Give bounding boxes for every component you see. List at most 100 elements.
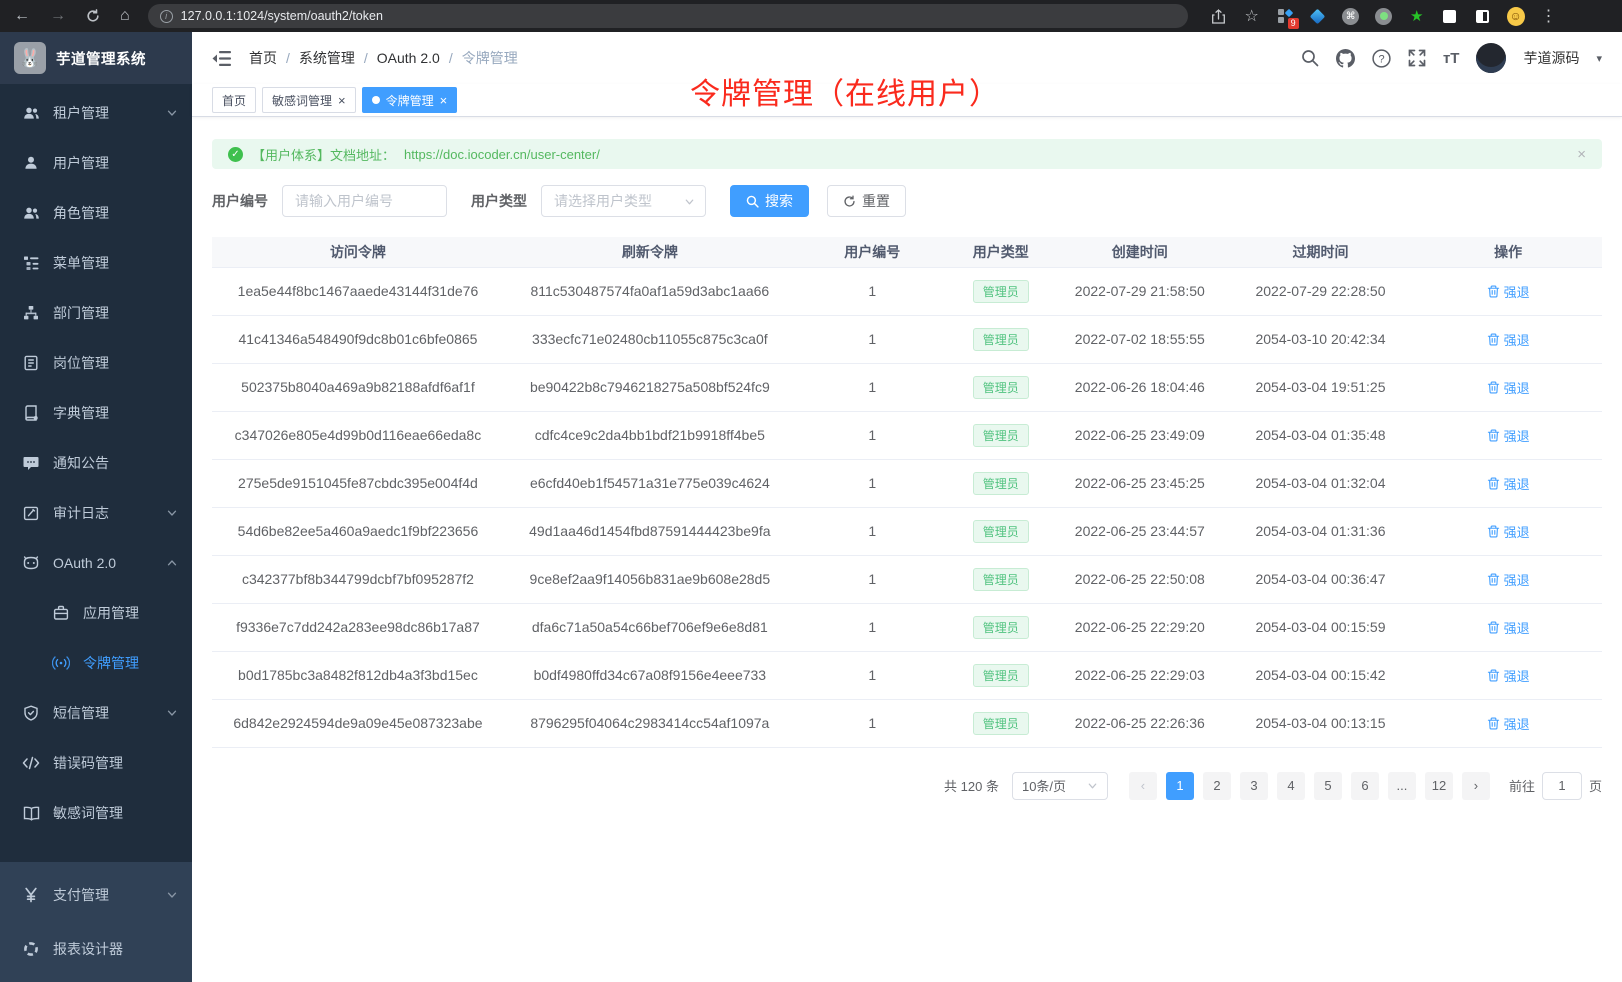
force-logout-button[interactable]: 强退 (1487, 378, 1530, 397)
prev-page-button[interactable]: ‹ (1129, 772, 1157, 800)
sidebar-item-user[interactable]: 用户管理 (0, 138, 192, 188)
sidebar-item-sensitive[interactable]: 敏感词管理 (0, 788, 192, 838)
force-logout-button[interactable]: 强退 (1487, 282, 1530, 301)
user-type-badge: 管理员 (973, 328, 1029, 351)
user-avatar[interactable] (1476, 43, 1506, 73)
active-tab-dot (372, 96, 380, 104)
home-button[interactable]: ⌂ (120, 8, 130, 24)
sidebar-item-role[interactable]: 角色管理 (0, 188, 192, 238)
page-button-3[interactable]: 3 (1240, 772, 1268, 800)
user-id-cell: 1 (796, 507, 949, 555)
browser-menu-kebab[interactable]: ⋮ (1540, 7, 1558, 25)
force-logout-button[interactable]: 强退 (1487, 474, 1530, 493)
caret-down-icon[interactable]: ▾ (1596, 52, 1602, 65)
search-button[interactable]: 搜索 (730, 185, 809, 217)
sidebar-item-tenant[interactable]: 租户管理 (0, 88, 192, 138)
page-button-5[interactable]: 5 (1314, 772, 1342, 800)
back-button[interactable]: ← (14, 8, 30, 24)
force-logout-button[interactable]: 强退 (1487, 618, 1530, 637)
page-size-select[interactable]: 10条/页 (1012, 772, 1108, 800)
user-id-input[interactable] (282, 185, 447, 217)
sidebar-item-errcode[interactable]: 错误码管理 (0, 738, 192, 788)
extension-grid-icon[interactable]: 9 (1276, 7, 1294, 25)
reload-button[interactable] (86, 9, 100, 23)
next-page-button[interactable]: › (1462, 772, 1490, 800)
sidebar-fold-button[interactable] (212, 50, 231, 67)
alert-doc-link[interactable]: https://doc.iocoder.cn/user-center/ (404, 147, 600, 162)
sidebar-item-notice[interactable]: 通知公告 (0, 438, 192, 488)
expire-time-cell: 2054-03-04 00:15:59 (1227, 603, 1415, 651)
help-icon: ? (1372, 49, 1391, 68)
sidebar-item-sms[interactable]: 短信管理 (0, 688, 192, 738)
table-row: c347026e805e4d99b0d116eae66eda8ccdfc4ce9… (212, 411, 1602, 459)
more-pages-button[interactable]: ... (1388, 772, 1416, 800)
sidebar-item-menu[interactable]: 菜单管理 (0, 238, 192, 288)
page-button-4[interactable]: 4 (1277, 772, 1305, 800)
bookmark-star-button[interactable]: ☆ (1243, 7, 1261, 25)
tab-close-icon[interactable]: × (440, 94, 448, 107)
url-text: 127.0.0.1:1024/system/oauth2/token (181, 9, 383, 23)
recorder-extension-icon[interactable] (1375, 7, 1393, 25)
url-bar[interactable]: i 127.0.0.1:1024/system/oauth2/token (148, 4, 1188, 28)
tab-1[interactable]: 敏感词管理× (262, 87, 356, 113)
sidebar-item-oauth2-token[interactable]: 令牌管理 (0, 638, 192, 688)
reset-button[interactable]: 重置 (827, 185, 906, 217)
sidebar-item-dept[interactable]: 部门管理 (0, 288, 192, 338)
font-size-button[interactable]: тT (1443, 50, 1460, 67)
force-logout-button[interactable]: 强退 (1487, 426, 1530, 445)
created-time-cell: 2022-06-25 22:29:03 (1053, 651, 1227, 699)
force-logout-button[interactable]: 强退 (1487, 714, 1530, 733)
force-logout-button[interactable]: 强退 (1487, 570, 1530, 589)
sidebar-item-pay[interactable]: 支付管理 (0, 868, 192, 922)
header-search-button[interactable] (1301, 49, 1319, 67)
table-row: 41c41346a548490f9dc8b01c6bfe0865333ecfc7… (212, 315, 1602, 363)
goto-page-input[interactable] (1542, 772, 1582, 800)
trash-icon (1487, 525, 1500, 538)
tab-2[interactable]: 令牌管理× (362, 87, 458, 113)
sidebar-item-audit[interactable]: 审计日志 (0, 488, 192, 538)
goto-label: 前往 (1509, 776, 1535, 795)
doc-alert-banner: ✓ 【用户体系】文档地址： https://doc.iocoder.cn/use… (212, 139, 1602, 169)
site-info-icon[interactable]: i (160, 10, 173, 23)
alert-close-icon[interactable]: × (1577, 147, 1586, 162)
table-row: 1ea5e44f8bc1467aaede43144f31de76811c5304… (212, 267, 1602, 315)
user-icon (22, 155, 40, 171)
refresh-icon (843, 195, 856, 208)
page-content: ✓ 【用户体系】文档地址： https://doc.iocoder.cn/use… (192, 117, 1622, 800)
share-button[interactable] (1210, 7, 1228, 25)
expire-time-cell: 2054-03-04 00:13:15 (1227, 699, 1415, 747)
user-id-cell: 1 (796, 651, 949, 699)
user-name[interactable]: 芋道源码 (1523, 48, 1579, 68)
chevron-down-icon (166, 107, 178, 119)
command-extension-icon[interactable]: ⌘ (1342, 7, 1360, 25)
split-screen-icon[interactable] (1474, 7, 1492, 25)
message-icon (22, 455, 40, 471)
page-button-12[interactable]: 12 (1425, 772, 1453, 800)
force-logout-button[interactable]: 强退 (1487, 330, 1530, 349)
github-button[interactable] (1336, 49, 1355, 68)
sidebar-item-oauth2[interactable]: OAuth 2.0 (0, 538, 192, 588)
breadcrumb-item[interactable]: OAuth 2.0 (377, 50, 440, 66)
force-logout-button[interactable]: 强退 (1487, 666, 1530, 685)
help-button[interactable]: ? (1372, 49, 1391, 68)
breadcrumb-item[interactable]: 首页 (249, 48, 277, 68)
sidebar-item-dict[interactable]: 字典管理 (0, 388, 192, 438)
browser-profile-avatar[interactable]: ☺ (1507, 7, 1525, 25)
sidebar-item-post[interactable]: 岗位管理 (0, 338, 192, 388)
gem-extension-icon[interactable] (1309, 7, 1327, 25)
user-type-select[interactable]: 请选择用户类型 (541, 185, 706, 217)
force-logout-button[interactable]: 强退 (1487, 522, 1530, 541)
sidebar-item-report[interactable]: 报表设计器 (0, 922, 192, 976)
sidebar-item-oauth2-app[interactable]: 应用管理 (0, 588, 192, 638)
page-button-6[interactable]: 6 (1351, 772, 1379, 800)
evernote-extension-icon[interactable]: ★ (1408, 7, 1426, 25)
forward-button[interactable]: → (50, 8, 66, 24)
puzzle-extensions-icon[interactable] (1441, 7, 1459, 25)
tab-close-icon[interactable]: × (338, 94, 346, 107)
page-button-1[interactable]: 1 (1166, 772, 1194, 800)
id-card-icon (22, 355, 40, 371)
tab-0[interactable]: 首页 (212, 87, 256, 113)
breadcrumb-item[interactable]: 系统管理 (299, 48, 355, 68)
page-button-2[interactable]: 2 (1203, 772, 1231, 800)
fullscreen-button[interactable] (1408, 49, 1426, 67)
